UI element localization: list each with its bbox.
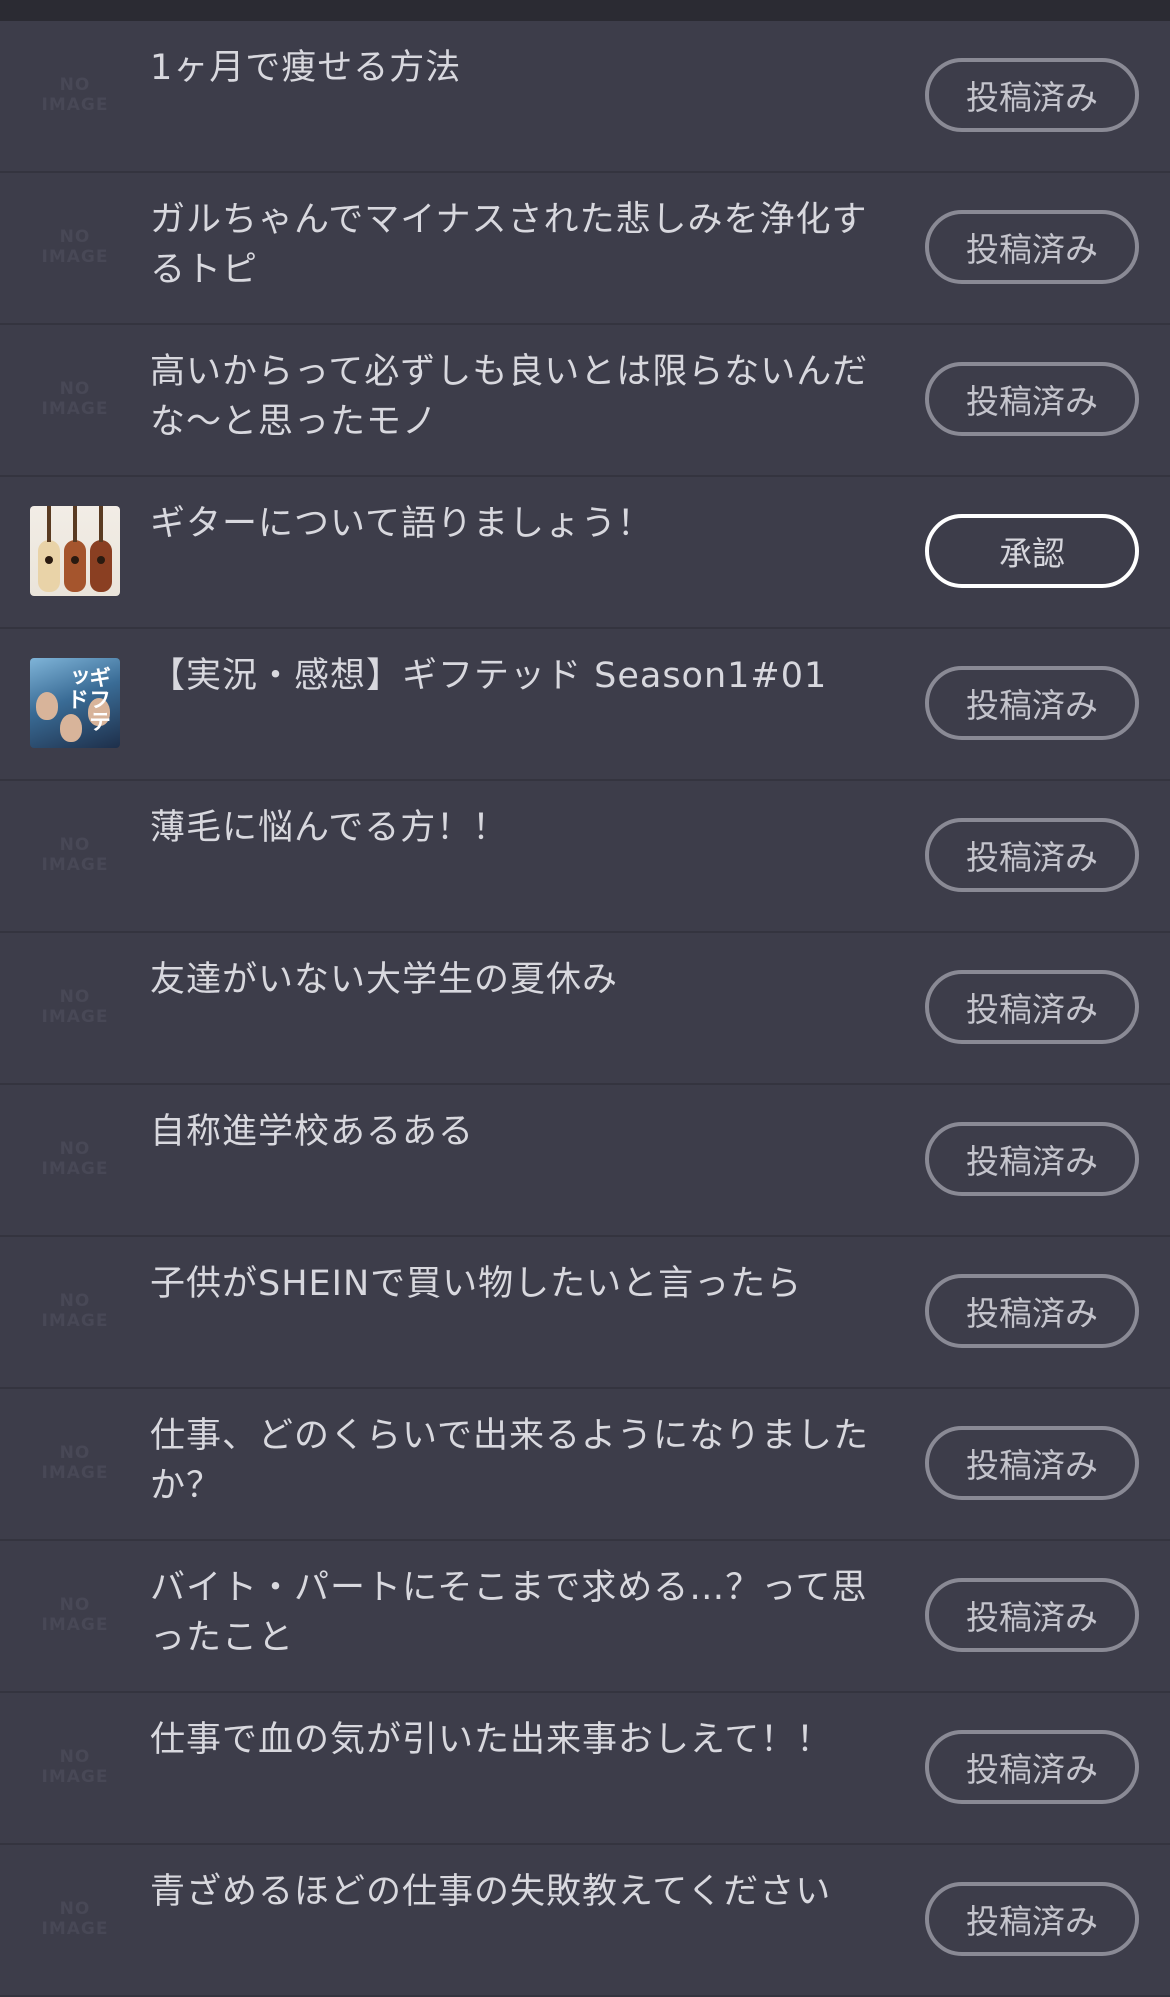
no-image-text: NO xyxy=(59,835,91,855)
no-image-text: IMAGE xyxy=(41,1007,109,1027)
thumbnail-title: ギフテッド xyxy=(63,666,110,732)
no-image-text: NO xyxy=(59,1899,91,1919)
no-image-placeholder: NO IMAGE xyxy=(30,1874,120,1964)
topic-title[interactable]: 青ざめるほどの仕事の失敗教えてください xyxy=(150,1867,902,1917)
no-image-text: IMAGE xyxy=(41,1767,109,1787)
no-image-text: IMAGE xyxy=(41,1615,109,1635)
topic-title[interactable]: 仕事で血の気が引いた出来事おしえて！！ xyxy=(150,1715,902,1765)
topic-title[interactable]: バイト・パートにそこまで求める…？って思ったこと xyxy=(150,1563,902,1663)
posted-button[interactable]: 投稿済み xyxy=(925,210,1139,284)
list-item[interactable]: NO IMAGE 友達がいない大学生の夏休み 投稿済み xyxy=(0,933,1170,1085)
no-image-placeholder: NO IMAGE xyxy=(30,50,120,140)
no-image-text: NO xyxy=(59,227,91,247)
no-image-text: IMAGE xyxy=(41,1159,109,1179)
no-image-text: NO xyxy=(59,987,91,1007)
no-image-text: NO xyxy=(59,1595,91,1615)
posted-button[interactable]: 投稿済み xyxy=(925,1578,1139,1652)
no-image-placeholder: NO IMAGE xyxy=(30,1114,120,1204)
no-image-text: IMAGE xyxy=(41,855,109,875)
list-item[interactable]: NO IMAGE 高いからって必ずしも良いとは限らないんだな〜と思ったモノ 投稿済み xyxy=(0,325,1170,477)
no-image-placeholder: NO IMAGE xyxy=(30,1570,120,1660)
topic-title[interactable]: 【実況・感想】ギフテッド Season1#01 xyxy=(150,651,902,701)
posted-button[interactable]: 投稿済み xyxy=(925,970,1139,1044)
no-image-text: IMAGE xyxy=(41,1463,109,1483)
posted-button[interactable]: 投稿済み xyxy=(925,1426,1139,1500)
list-item[interactable]: NO IMAGE 薄毛に悩んでる方！！ 投稿済み xyxy=(0,781,1170,933)
no-image-text: NO xyxy=(59,379,91,399)
no-image-text: NO xyxy=(59,1139,91,1159)
no-image-placeholder: NO IMAGE xyxy=(30,202,120,292)
guitar-icon xyxy=(64,506,86,592)
no-image-text: NO xyxy=(59,1747,91,1767)
no-image-placeholder: NO IMAGE xyxy=(30,810,120,900)
no-image-text: IMAGE xyxy=(41,399,109,419)
no-image-text: IMAGE xyxy=(41,247,109,267)
guitar-icon xyxy=(90,506,112,592)
no-image-placeholder: NO IMAGE xyxy=(30,1418,120,1508)
posted-button[interactable]: 投稿済み xyxy=(925,1274,1139,1348)
status-bar xyxy=(0,0,1170,21)
approve-button[interactable]: 承認 xyxy=(925,514,1139,588)
topic-title[interactable]: 子供がSHEINで買い物したいと言ったら xyxy=(150,1259,902,1309)
posted-button[interactable]: 投稿済み xyxy=(925,58,1139,132)
list-item[interactable]: NO IMAGE バイト・パートにそこまで求める…？って思ったこと 投稿済み xyxy=(0,1541,1170,1693)
topic-title[interactable]: 高いからって必ずしも良いとは限らないんだな〜と思ったモノ xyxy=(150,347,902,447)
topic-title[interactable]: ガルちゃんでマイナスされた悲しみを浄化するトピ xyxy=(150,195,902,295)
topic-title[interactable]: ギターについて語りましょう！ xyxy=(150,499,902,549)
topic-title[interactable]: 薄毛に悩んでる方！！ xyxy=(150,803,902,853)
guitar-icon xyxy=(38,506,60,592)
no-image-text: NO xyxy=(59,1443,91,1463)
person-icon xyxy=(36,692,58,720)
list-item[interactable]: ギターについて語りましょう！ 承認 xyxy=(0,477,1170,629)
list-item[interactable]: NO IMAGE 1ヶ月で痩せる方法 投稿済み xyxy=(0,21,1170,173)
posted-button[interactable]: 投稿済み xyxy=(925,1122,1139,1196)
topic-list: NO IMAGE 1ヶ月で痩せる方法 投稿済み NO IMAGE ガルちゃんでマイナスされた… xyxy=(0,21,1170,1997)
posted-button[interactable]: 投稿済み xyxy=(925,362,1139,436)
no-image-text: NO xyxy=(59,1291,91,1311)
posted-button[interactable]: 投稿済み xyxy=(925,1882,1139,1956)
topic-title[interactable]: 1ヶ月で痩せる方法 xyxy=(150,43,902,93)
no-image-placeholder: NO IMAGE xyxy=(30,1722,120,1812)
list-item[interactable]: NO IMAGE 子供がSHEINで買い物したいと言ったら 投稿済み xyxy=(0,1237,1170,1389)
topic-title[interactable]: 友達がいない大学生の夏休み xyxy=(150,955,902,1005)
list-item[interactable]: ギフテッド 【実況・感想】ギフテッド Season1#01 投稿済み xyxy=(0,629,1170,781)
no-image-text: IMAGE xyxy=(41,1311,109,1331)
no-image-text: IMAGE xyxy=(41,95,109,115)
topic-title[interactable]: 自称進学校あるある xyxy=(150,1107,902,1157)
thumbnail-image: ギフテッド xyxy=(30,658,120,748)
topic-title[interactable]: 仕事、どのくらいで出来るようになりましたか？ xyxy=(150,1411,902,1511)
no-image-text: NO xyxy=(59,75,91,95)
posted-button[interactable]: 投稿済み xyxy=(925,818,1139,892)
list-item[interactable]: NO IMAGE 仕事で血の気が引いた出来事おしえて！！ 投稿済み xyxy=(0,1693,1170,1845)
list-item[interactable]: NO IMAGE 仕事、どのくらいで出来るようになりましたか？ 投稿済み xyxy=(0,1389,1170,1541)
no-image-placeholder: NO IMAGE xyxy=(30,1266,120,1356)
list-item[interactable]: NO IMAGE ガルちゃんでマイナスされた悲しみを浄化するトピ 投稿済み xyxy=(0,173,1170,325)
no-image-placeholder: NO IMAGE xyxy=(30,354,120,444)
list-item[interactable]: NO IMAGE 自称進学校あるある 投稿済み xyxy=(0,1085,1170,1237)
list-item[interactable]: NO IMAGE 青ざめるほどの仕事の失敗教えてください 投稿済み xyxy=(0,1845,1170,1997)
no-image-placeholder: NO IMAGE xyxy=(30,962,120,1052)
thumbnail-image xyxy=(30,506,120,596)
posted-button[interactable]: 投稿済み xyxy=(925,1730,1139,1804)
no-image-text: IMAGE xyxy=(41,1919,109,1939)
posted-button[interactable]: 投稿済み xyxy=(925,666,1139,740)
